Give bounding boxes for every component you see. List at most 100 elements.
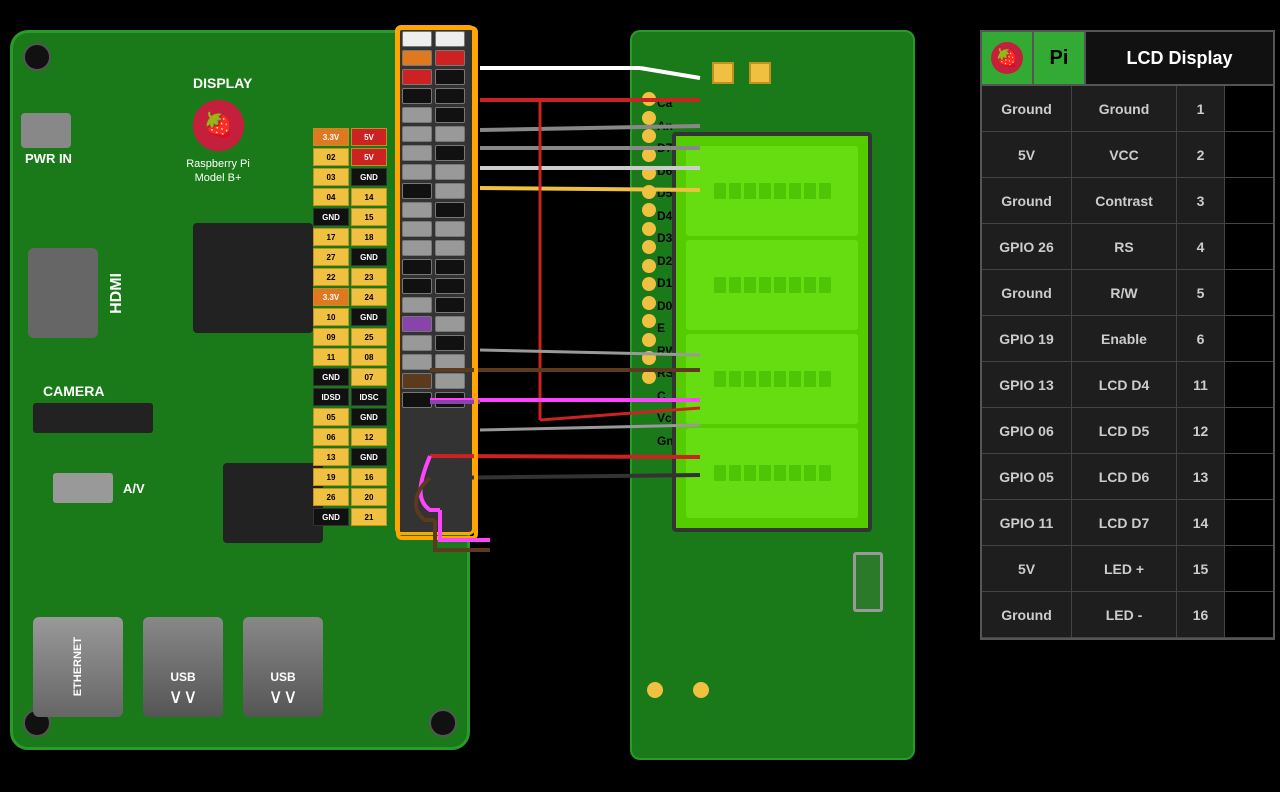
ref-row: 5VVCC2: [982, 132, 1273, 178]
conn-pin: [435, 69, 465, 85]
ref-cell-pi: GPIO 26: [982, 224, 1072, 269]
gpio-pin-GND: GND: [313, 368, 349, 386]
lcd-row-2: [686, 240, 858, 330]
av-label: A/V: [123, 481, 145, 496]
ref-cell-pi: 5V: [982, 546, 1072, 591]
gpio-pin-GND: GND: [351, 168, 387, 186]
conn-pin: [402, 126, 432, 142]
conn-pin-row: [402, 373, 468, 389]
ref-row: GPIO 05LCD D613: [982, 454, 1273, 500]
conn-pin: [402, 69, 432, 85]
rpi-model-text: Raspberry Pi Model B+: [186, 157, 250, 186]
ref-row: GPIO 26RS4: [982, 224, 1273, 270]
gpio-pin-16: 16: [351, 468, 387, 486]
gpio-pin-06: 06: [313, 428, 349, 446]
conn-pin: [435, 335, 465, 351]
lcd-bottom-dots: [647, 682, 709, 698]
conn-pin-row: [402, 183, 468, 199]
gpio-pin-GND: GND: [351, 448, 387, 466]
camera-port: [33, 403, 153, 433]
conn-pin-row: [402, 316, 468, 332]
conn-pin-row: [402, 297, 468, 313]
gpio-pin-17: 17: [313, 228, 349, 246]
conn-pin: [402, 164, 432, 180]
conn-pin-row: [402, 259, 468, 275]
gpio-pin-3.3V: 3.3V: [313, 128, 349, 146]
gpio-pin-26: 26: [313, 488, 349, 506]
conn-pin-row: [402, 107, 468, 123]
ref-cell-lcd: LCD D4: [1072, 362, 1177, 407]
usb-fork-icon-1: ∨∨: [168, 684, 197, 709]
gpio-pin-24: 24: [351, 288, 387, 306]
conn-pin-row: [402, 88, 468, 104]
conn-pin-row: [402, 31, 468, 47]
ref-cell-pi: Ground: [982, 270, 1072, 315]
ref-table-rows: GroundGround15VVCC2GroundContrast3GPIO 2…: [982, 86, 1273, 638]
gpio-pin-07: 07: [351, 368, 387, 386]
ref-cell-lcd: R/W: [1072, 270, 1177, 315]
ref-cell-pi: Ground: [982, 86, 1072, 131]
ref-cell-pi: GPIO 11: [982, 500, 1072, 545]
ref-cell-num: 16: [1177, 592, 1225, 637]
lcd-pin-dot-C: [642, 333, 656, 347]
conn-pin: [402, 145, 432, 161]
lcd-pin-dot-D6: [642, 148, 656, 162]
lcd-pin-dot-D1: [642, 240, 656, 254]
conn-pin: [435, 31, 465, 47]
ref-cell-pi: GPIO 05: [982, 454, 1072, 499]
gpio-pin-08: 08: [351, 348, 387, 366]
ref-cell-pi: Ground: [982, 178, 1072, 223]
lcd-pin-dot-Vcc: [642, 351, 656, 365]
gpio-pin-02: 02: [313, 148, 349, 166]
ref-cell-num: 2: [1177, 132, 1225, 177]
gpio-pin-20: 20: [351, 488, 387, 506]
conn-pin-row: [402, 240, 468, 256]
conn-pin: [435, 202, 465, 218]
lcd-pin-dot-D5: [642, 166, 656, 180]
gpio-pin-22: 22: [313, 268, 349, 286]
usb1-label: USB: [170, 670, 195, 684]
ref-row: 5VLED +15: [982, 546, 1273, 592]
svg-text:🍓: 🍓: [996, 47, 1018, 68]
gpio-pin-27: 27: [313, 248, 349, 266]
conn-pin: [435, 183, 465, 199]
lcd-pin-dot-An: [642, 111, 656, 125]
lcd-module: CaAnD7D6D5D4D3D2D1D0ERWRSCVccGnd: [630, 30, 915, 760]
lcd-pin-dot-E: [642, 277, 656, 291]
lcd-pin-label-Ca: Ca: [657, 94, 681, 112]
conn-pin: [402, 392, 432, 408]
gpio-pin-GND: GND: [351, 308, 387, 326]
conn-pin: [435, 278, 465, 294]
ref-row: GroundLED -16: [982, 592, 1273, 638]
gpio-pin-19: 19: [313, 468, 349, 486]
gpio-pin-5V: 5V: [351, 128, 387, 146]
conn-pin-row: [402, 278, 468, 294]
chip-2: [223, 463, 323, 543]
conn-pin: [435, 107, 465, 123]
ref-row: GroundR/W5: [982, 270, 1273, 316]
display-label: DISPLAY: [193, 75, 252, 91]
ref-row: GPIO 19Enable6: [982, 316, 1273, 362]
ref-lcd-title: LCD Display: [1086, 32, 1273, 84]
gpio-pin-GND: GND: [351, 408, 387, 426]
conn-pin: [435, 221, 465, 237]
lcd-pin-dot-Ca: [642, 92, 656, 106]
potentiometer: [853, 552, 883, 612]
gpio-pin-GND: GND: [351, 248, 387, 266]
gpio-pin-5V: 5V: [351, 148, 387, 166]
conn-pin-row: [402, 50, 468, 66]
ref-cell-num: 13: [1177, 454, 1225, 499]
lcd-dot-2: [693, 682, 709, 698]
gpio-pin-14: 14: [351, 188, 387, 206]
conn-pin-row: [402, 69, 468, 85]
gpio-pin-13: 13: [313, 448, 349, 466]
conn-pin-row: [402, 335, 468, 351]
connector-block: [395, 25, 475, 535]
bottom-ports: ETHERNET USB ∨∨ USB ∨∨: [33, 617, 323, 717]
conn-pin: [435, 316, 465, 332]
ref-table-header: 🍓 Pi LCD Display: [982, 32, 1273, 86]
ref-cell-lcd: LED -: [1072, 592, 1177, 637]
ref-cell-pi: Ground: [982, 592, 1072, 637]
gpio-pin-10: 10: [313, 308, 349, 326]
ref-cell-lcd: LED +: [1072, 546, 1177, 591]
